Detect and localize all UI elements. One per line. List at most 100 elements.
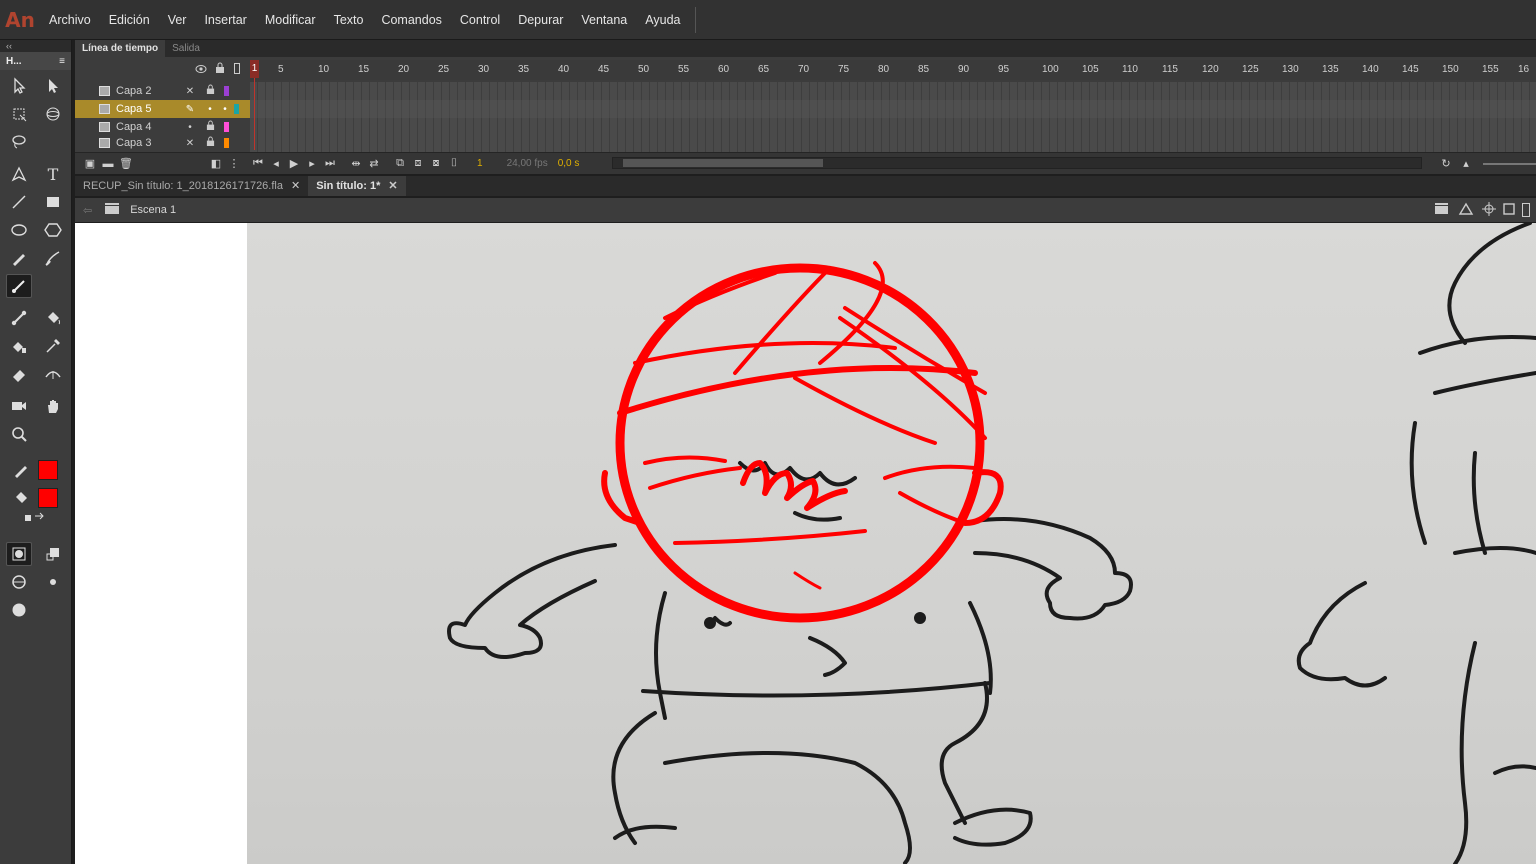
new-layer-icon[interactable]: ▣ xyxy=(81,157,99,170)
subselection-tool-icon[interactable] xyxy=(40,74,66,98)
menu-archivo[interactable]: Archivo xyxy=(40,0,100,40)
delete-layer-icon[interactable]: 🗑︎ xyxy=(117,157,135,170)
onion-skin-icon[interactable]: ⧉ xyxy=(391,157,409,170)
scene-name[interactable]: Escena 1 xyxy=(130,204,176,216)
edit-scene-icon[interactable] xyxy=(1434,202,1452,218)
camera-tool-icon[interactable] xyxy=(6,394,32,418)
zoom-out-icon[interactable]: ▴ xyxy=(1457,157,1475,170)
clip-content-icon[interactable] xyxy=(1502,202,1516,219)
layer-row-capa-5[interactable]: Capa 5 ✎ • • xyxy=(75,100,250,118)
close-tab-icon[interactable]: ✕ xyxy=(388,180,397,192)
layer-row-capa-3[interactable]: Capa 3 ✕ xyxy=(75,136,250,150)
lock-icon[interactable] xyxy=(200,84,220,98)
playhead[interactable]: 1 xyxy=(250,60,259,78)
layer-row-capa-2[interactable]: Capa 2 ✕ xyxy=(75,82,250,100)
menu-edicion[interactable]: Edición xyxy=(100,0,159,40)
free-transform-tool-icon[interactable] xyxy=(6,102,32,126)
stage-artwork[interactable] xyxy=(75,223,1536,864)
lasso-tool-icon[interactable] xyxy=(6,130,32,154)
tab-output[interactable]: Salida xyxy=(165,40,207,57)
object-drawing-toggle-icon[interactable] xyxy=(6,542,32,566)
insert-frame-icon[interactable]: ⇹ xyxy=(347,157,365,170)
center-stage-icon[interactable] xyxy=(1482,201,1496,219)
polystar-tool-icon[interactable] xyxy=(40,218,66,242)
lock-fill-icon[interactable] xyxy=(40,542,66,566)
go-first-frame-icon[interactable]: ⏮ xyxy=(249,157,267,170)
layer-color-swatch[interactable] xyxy=(234,104,239,114)
stage-canvas[interactable] xyxy=(75,223,1536,864)
scrollbar-thumb[interactable] xyxy=(623,159,823,167)
panel-menu-icon[interactable]: ≡ xyxy=(59,56,65,67)
eyedropper-tool-icon[interactable] xyxy=(40,334,66,358)
new-folder-icon[interactable]: ▬ xyxy=(99,158,117,170)
frame-ruler[interactable]: 5 10 15 20 25 30 35 40 45 50 55 60 65 70 75 80 85 90 95 100… xyxy=(250,60,1536,80)
zoom-dropdown[interactable] xyxy=(1522,203,1530,217)
time-value[interactable]: 0,0 s xyxy=(558,158,580,169)
edit-symbols-icon[interactable] xyxy=(1458,202,1476,219)
line-tool-icon[interactable] xyxy=(6,190,32,214)
doc-tab-recup[interactable]: RECUP_Sin título: 1_2018126171726.fla ✕ xyxy=(75,176,308,196)
collapse-panel-button[interactable]: ‹‹ xyxy=(0,40,71,52)
tab-timeline[interactable]: Línea de tiempo xyxy=(75,40,166,57)
hidden-x-icon[interactable]: ✕ xyxy=(180,138,200,149)
layer-color-swatch[interactable] xyxy=(224,122,229,132)
visible-dot-icon[interactable]: • xyxy=(180,122,200,133)
layer-color-swatch[interactable] xyxy=(224,138,229,148)
edit-multiple-frames-icon[interactable]: ⧇ xyxy=(427,157,445,170)
unlocked-dot-icon[interactable]: • xyxy=(220,104,230,115)
text-tool-icon[interactable]: T xyxy=(40,162,66,186)
loop-playback-icon[interactable]: ↻ xyxy=(1437,157,1455,170)
oval-tool-icon[interactable] xyxy=(6,218,32,242)
timeline-zoom-slider[interactable] xyxy=(1483,163,1536,165)
menu-insertar[interactable]: Insertar xyxy=(195,0,255,40)
outline-all-icon[interactable] xyxy=(234,63,240,74)
brush-size-icon[interactable] xyxy=(40,570,66,594)
layer-color-swatch[interactable] xyxy=(224,86,229,96)
fill-color-swatch[interactable] xyxy=(38,488,58,508)
current-frame-value[interactable]: 1 xyxy=(477,158,483,169)
brush-shape-icon[interactable] xyxy=(6,598,32,622)
pencil-tool-icon[interactable] xyxy=(6,246,32,270)
lock-all-icon[interactable] xyxy=(215,62,225,77)
menu-modificar[interactable]: Modificar xyxy=(256,0,325,40)
visible-dot-icon[interactable]: • xyxy=(200,104,220,115)
selection-tool-icon[interactable] xyxy=(6,74,32,98)
timeline-scrollbar[interactable] xyxy=(612,157,1422,169)
swap-colors-icon[interactable] xyxy=(20,510,50,528)
width-tool-icon[interactable] xyxy=(40,362,66,386)
play-icon[interactable]: ▶ xyxy=(285,157,303,170)
fps-value[interactable]: 24,00 fps xyxy=(507,158,548,169)
menu-ayuda[interactable]: Ayuda xyxy=(636,0,689,40)
layer-row-capa-4[interactable]: Capa 4 • xyxy=(75,118,250,136)
step-back-icon[interactable]: ◂ xyxy=(267,157,285,170)
onion-outline-icon[interactable]: ⧈ xyxy=(409,157,427,170)
menu-depurar[interactable]: Depurar xyxy=(509,0,572,40)
menu-comandos[interactable]: Comandos xyxy=(372,0,450,40)
menu-texto[interactable]: Texto xyxy=(325,0,373,40)
hand-tool-icon[interactable] xyxy=(40,394,66,418)
lock-icon[interactable] xyxy=(200,120,220,134)
pen-tool-icon[interactable] xyxy=(6,162,32,186)
brush-tool-icon[interactable] xyxy=(6,274,32,298)
rectangle-tool-icon[interactable] xyxy=(40,190,66,214)
eraser-tool-icon[interactable] xyxy=(6,362,32,386)
show-hide-all-icon[interactable] xyxy=(195,63,207,77)
menu-ver[interactable]: Ver xyxy=(159,0,196,40)
bone-tool-icon[interactable] xyxy=(6,306,32,330)
step-forward-icon[interactable]: ▸ xyxy=(303,157,321,170)
menu-ventana[interactable]: Ventana xyxy=(572,0,636,40)
paint-bucket-tool-icon[interactable] xyxy=(40,306,66,330)
brush-mode-icon[interactable] xyxy=(6,570,32,594)
stroke-color-swatch[interactable] xyxy=(38,460,58,480)
paint-brush-tool-icon[interactable] xyxy=(40,246,66,270)
hidden-x-icon[interactable]: ✕ xyxy=(180,86,200,97)
loop-icon[interactable]: ⇄ xyxy=(365,157,383,170)
ink-bottle-tool-icon[interactable] xyxy=(6,334,32,358)
drag-handle-icon[interactable]: ⋮ xyxy=(225,157,243,170)
3d-rotation-tool-icon[interactable] xyxy=(40,102,66,126)
doc-tab-untitled[interactable]: Sin título: 1* ✕ xyxy=(308,176,406,196)
modify-markers-icon[interactable]: ⌷ xyxy=(445,157,463,170)
back-arrow-icon[interactable]: ⇦ xyxy=(83,204,92,217)
menu-control[interactable]: Control xyxy=(451,0,509,40)
center-frame-icon[interactable]: ◧ xyxy=(207,157,225,170)
